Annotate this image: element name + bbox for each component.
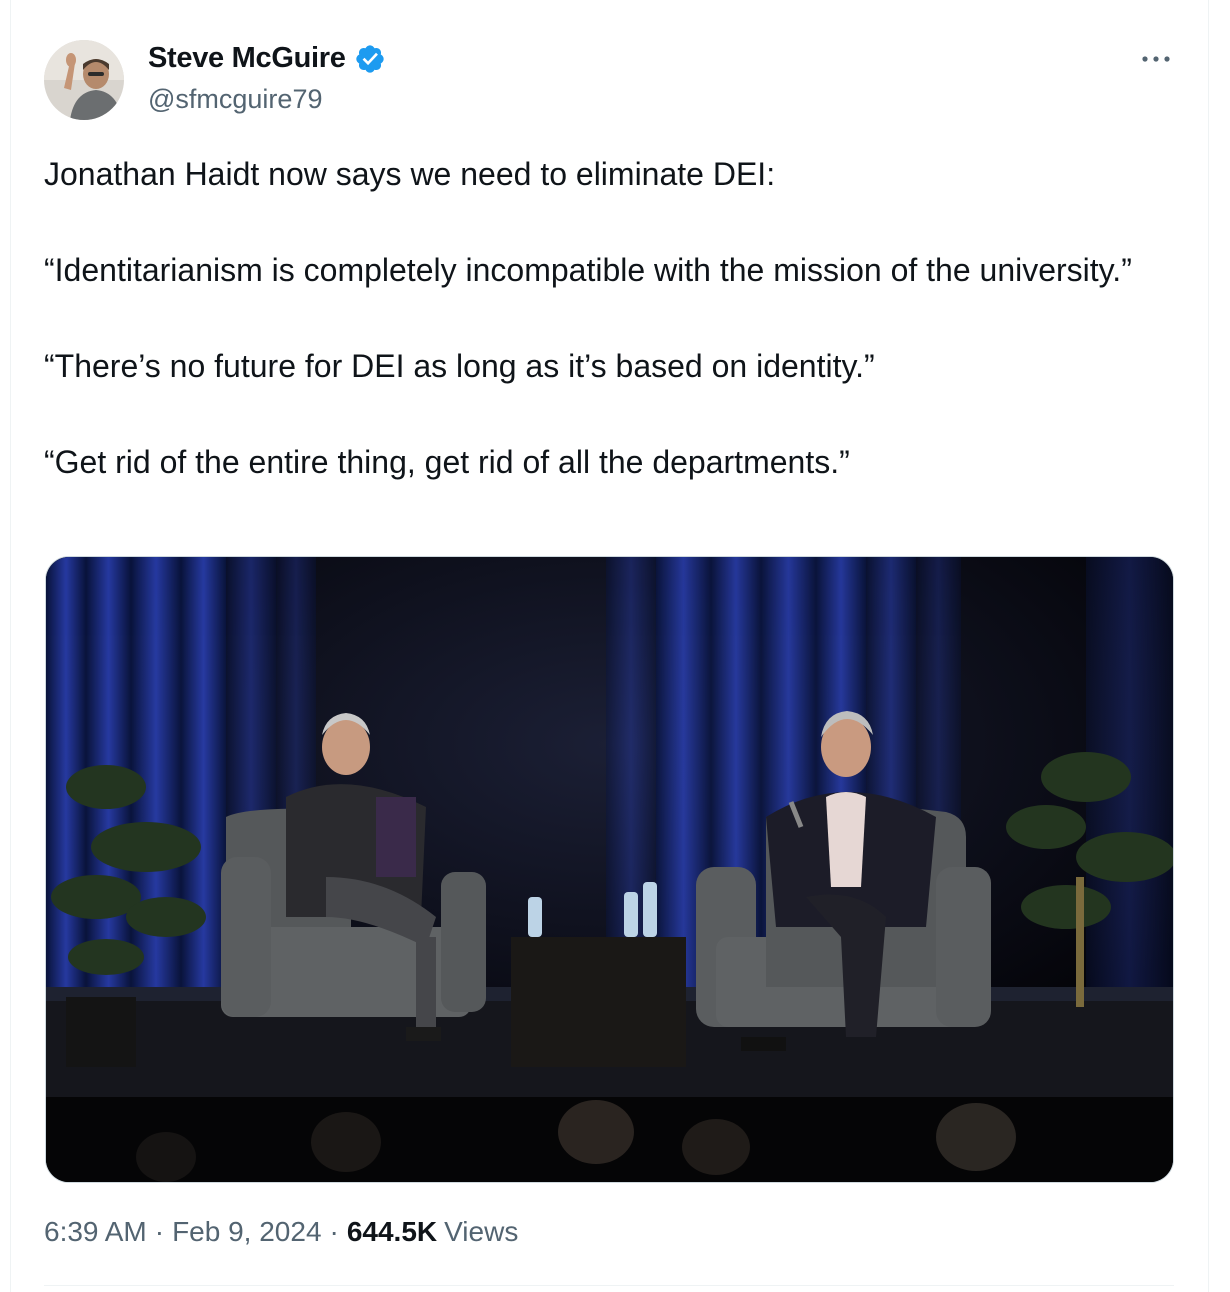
views-count: 644.5K	[346, 1216, 438, 1247]
author-name: Steve McGuire	[148, 42, 346, 74]
author-handle[interactable]: @sfmcguire79	[148, 84, 322, 115]
more-options-icon	[1142, 56, 1170, 62]
tweet-paragraph: “Get rid of the entire thing, get rid of…	[44, 444, 850, 480]
tweet-text: Jonathan Haidt now says we need to elimi…	[44, 150, 1184, 486]
divider	[44, 1285, 1174, 1286]
stage-video-frame	[46, 557, 1173, 1182]
more-options-button[interactable]	[1136, 44, 1176, 74]
views-label: Views	[444, 1216, 519, 1247]
author-name-link[interactable]: Steve McGuire	[148, 42, 386, 75]
tweet-meta: 6:39 AM · Feb 9, 2024 · 644.5K Views	[44, 1216, 518, 1248]
verified-badge-icon	[355, 44, 384, 73]
tweet-paragraph: “There’s no future for DEI as long as it…	[44, 348, 875, 384]
tweet-time[interactable]: 6:39 AM	[44, 1216, 147, 1248]
tweet-paragraph: Jonathan Haidt now says we need to elimi…	[44, 156, 776, 192]
author-avatar[interactable]	[44, 40, 124, 120]
avatar-image	[44, 40, 124, 120]
tweet-media-video[interactable]	[45, 556, 1174, 1183]
meta-separator: ·	[329, 1216, 339, 1247]
tweet-paragraph: “Identitarianism is completely incompati…	[44, 252, 1132, 288]
tweet-date[interactable]: Feb 9, 2024	[172, 1216, 321, 1248]
meta-separator: ·	[154, 1216, 165, 1247]
